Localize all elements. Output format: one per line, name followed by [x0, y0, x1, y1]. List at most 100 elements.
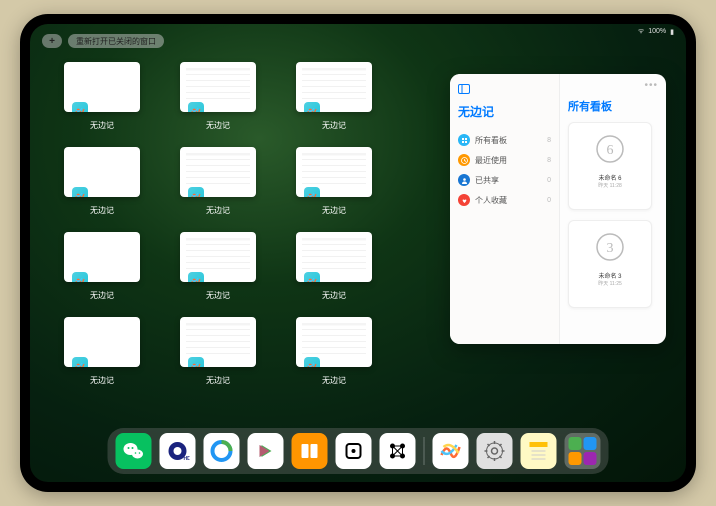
category-count: 8	[547, 157, 551, 164]
window-preview	[296, 232, 372, 282]
freeform-app-icon	[188, 357, 204, 367]
board-name: 未命名 3	[598, 271, 621, 280]
dock-app-settings[interactable]	[477, 433, 513, 469]
person-icon	[458, 174, 470, 186]
window-preview	[180, 147, 256, 197]
freeform-app-icon	[72, 187, 88, 197]
window-preview	[64, 317, 140, 367]
window-preview	[64, 147, 140, 197]
more-icon[interactable]: •••	[644, 80, 658, 91]
status-bar: ︎ᯤ 100% ▮	[638, 27, 674, 36]
freeform-app-icon	[188, 187, 204, 197]
top-controls: + 重新打开已关闭的窗口	[42, 34, 164, 48]
app-window-thumb[interactable]: 无边记	[58, 147, 146, 216]
app-window-thumb[interactable]: 无边记	[174, 147, 262, 216]
new-window-button[interactable]: +	[42, 34, 62, 48]
dock-separator	[424, 437, 425, 465]
popover-app-title: 无边记	[458, 103, 551, 120]
dock-app-qq-browser[interactable]	[204, 433, 240, 469]
category-label: 个人收藏	[475, 195, 507, 206]
category-label: 最近使用	[475, 155, 507, 166]
dock-app-connect-app[interactable]	[380, 433, 416, 469]
board-name: 未命名 6	[598, 173, 621, 182]
app-window-thumb[interactable]: 无边记	[58, 317, 146, 386]
freeform-app-icon	[304, 102, 320, 112]
battery-icon: ▮	[670, 28, 674, 36]
window-label: 无边记	[322, 290, 346, 301]
popover-section-title: 所有看板	[568, 98, 658, 114]
freeform-app-icon	[72, 102, 88, 112]
freeform-app-icon	[188, 102, 204, 112]
window-label: 无边记	[90, 375, 114, 386]
category-count: 0	[547, 177, 551, 184]
freeform-popover: 无边记 所有看板 8 最近使用 8 已共享 0 个人收藏 0 ••• 所有看板 …	[450, 74, 666, 344]
ipad-frame: ︎ᯤ 100% ▮ + 重新打开已关闭的窗口 无边记无边记无边记无边记无边记无边…	[20, 14, 696, 492]
window-preview	[296, 62, 372, 112]
window-label: 无边记	[90, 120, 114, 131]
freeform-app-icon	[304, 187, 320, 197]
category-label: 已共享	[475, 175, 499, 186]
freeform-app-icon	[72, 357, 88, 367]
app-window-thumb[interactable]: 无边记	[174, 317, 262, 386]
reopen-closed-window-button[interactable]: 重新打开已关闭的窗口	[68, 34, 164, 48]
window-preview	[64, 232, 140, 282]
window-label: 无边记	[206, 120, 230, 131]
dock-app-books[interactable]	[292, 433, 328, 469]
app-window-thumb[interactable]: 无边记	[58, 62, 146, 131]
freeform-app-icon	[304, 357, 320, 367]
window-preview	[64, 62, 140, 112]
window-label: 无边记	[90, 205, 114, 216]
sidebar-category-item[interactable]: 所有看板 8	[458, 130, 551, 150]
window-label: 无边记	[90, 290, 114, 301]
freeform-app-icon	[188, 272, 204, 282]
window-label: 无边记	[206, 205, 230, 216]
screen: ︎ᯤ 100% ▮ + 重新打开已关闭的窗口 无边记无边记无边记无边记无边记无边…	[30, 24, 686, 482]
app-window-thumb[interactable]: 无边记	[290, 232, 378, 301]
freeform-app-icon	[304, 272, 320, 282]
app-window-thumb[interactable]: 无边记	[58, 232, 146, 301]
window-label: 无边记	[206, 375, 230, 386]
board-card[interactable]: 3 未命名 3 昨天 11:25	[568, 220, 652, 308]
app-switcher-grid: 无边记无边记无边记无边记无边记无边记无边记无边记无边记无边记无边记无边记	[58, 62, 378, 386]
board-card[interactable]: 6 未命名 6 昨天 11:28	[568, 122, 652, 210]
heart-icon	[458, 194, 470, 206]
sidebar-category-item[interactable]: 最近使用 8	[458, 150, 551, 170]
dock-app-browser-hd[interactable]: HD	[160, 433, 196, 469]
svg-text:HD: HD	[184, 456, 190, 462]
sidebar-category-item[interactable]: 已共享 0	[458, 170, 551, 190]
popover-sidebar: 无边记 所有看板 8 最近使用 8 已共享 0 个人收藏 0	[450, 74, 560, 344]
svg-text:6: 6	[607, 143, 614, 158]
board-thumbnail: 3	[590, 227, 630, 267]
board-time: 昨天 11:28	[598, 182, 622, 189]
dock-app-video-app[interactable]	[248, 433, 284, 469]
app-window-thumb[interactable]: 无边记	[174, 62, 262, 131]
sidebar-toggle-icon[interactable]	[458, 84, 551, 97]
window-label: 无边记	[322, 120, 346, 131]
dock-app-dice-app[interactable]	[336, 433, 372, 469]
sidebar-category-item[interactable]: 个人收藏 0	[458, 190, 551, 210]
window-label: 无边记	[322, 205, 346, 216]
clock-icon	[458, 154, 470, 166]
app-window-thumb[interactable]: 无边记	[174, 232, 262, 301]
battery-text: 100%	[648, 28, 666, 35]
popover-content: ••• 所有看板 6 未命名 6 昨天 11:28 3 未命名 3 昨天 11:…	[560, 74, 666, 344]
app-window-thumb[interactable]: 无边记	[290, 62, 378, 131]
dock-app-library[interactable]	[565, 433, 601, 469]
dock-app-wechat[interactable]	[116, 433, 152, 469]
board-thumbnail: 6	[590, 129, 630, 169]
app-window-thumb[interactable]: 无边记	[290, 147, 378, 216]
window-label: 无边记	[206, 290, 230, 301]
window-preview	[296, 147, 372, 197]
category-count: 0	[547, 197, 551, 204]
freeform-app-icon	[72, 272, 88, 282]
dock-app-freeform[interactable]	[433, 433, 469, 469]
wifi-icon: ︎ᯤ	[638, 27, 644, 36]
window-preview	[180, 317, 256, 367]
window-label: 无边记	[322, 375, 346, 386]
category-label: 所有看板	[475, 135, 507, 146]
dock-app-notes[interactable]	[521, 433, 557, 469]
dock: HD	[108, 428, 609, 474]
app-window-thumb[interactable]: 无边记	[290, 317, 378, 386]
grid-icon	[458, 134, 470, 146]
window-preview	[180, 232, 256, 282]
